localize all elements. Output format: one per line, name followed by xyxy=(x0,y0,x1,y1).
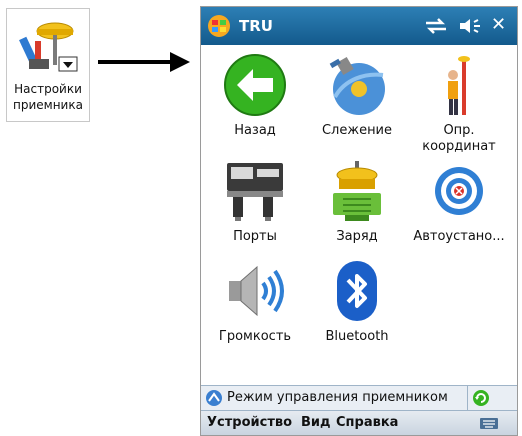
tracking-item[interactable]: Слежение xyxy=(307,53,407,139)
volume-icon[interactable] xyxy=(457,16,483,36)
title-bar: TRU ✕ xyxy=(201,7,517,45)
receiver-settings-icon xyxy=(19,22,78,72)
connectivity-icon[interactable] xyxy=(423,16,449,36)
satellite-dish-icon xyxy=(329,56,385,115)
app-title: TRU xyxy=(239,17,273,35)
status-text: Режим управления приемником xyxy=(227,390,448,405)
bluetooth-item[interactable]: Bluetooth xyxy=(307,259,407,345)
speaker-icon xyxy=(229,265,284,317)
volume-item[interactable]: Громкость xyxy=(205,259,305,345)
receiver-settings-label: Настройки приемника xyxy=(13,82,83,112)
tracking-label: Слежение xyxy=(321,123,393,138)
surveyor-pole-icon xyxy=(448,56,470,115)
menu-bar: Устройство Вид Справка xyxy=(201,411,517,435)
ports-label: Порты xyxy=(233,229,277,244)
target-icon xyxy=(435,167,483,215)
settings-grid: Назад Слежение Опр. координат Порты Заря… xyxy=(201,45,517,385)
menu-view[interactable]: Вид xyxy=(301,415,331,430)
back-item[interactable]: Назад xyxy=(205,53,305,139)
charge-item[interactable]: Заряд xyxy=(307,159,407,245)
bluetooth-label: Bluetooth xyxy=(325,329,389,344)
ports-item[interactable]: Порты xyxy=(205,159,305,245)
coordinates-item[interactable]: Опр. координат xyxy=(409,53,509,155)
charge-icon xyxy=(333,161,381,221)
back-arrow-icon xyxy=(224,54,286,116)
charge-label: Заряд xyxy=(336,229,378,244)
keyboard-icon[interactable] xyxy=(479,415,499,431)
device-screen: TRU ✕ Назад Слежение Опр. координат Порт… xyxy=(200,6,518,436)
volume-label: Громкость xyxy=(218,329,292,344)
bluetooth-icon xyxy=(337,261,377,321)
windows-start-icon[interactable] xyxy=(207,14,231,38)
autosetup-label: Автоустано... xyxy=(413,229,505,244)
status-bar: Режим управления приемником xyxy=(201,385,517,411)
pointer-arrow-icon xyxy=(98,52,190,72)
refresh-icon[interactable] xyxy=(472,389,490,407)
menu-device[interactable]: Устройство xyxy=(207,415,292,430)
receiver-mode-icon xyxy=(206,390,222,406)
back-label: Назад xyxy=(234,123,276,138)
menu-help[interactable]: Справка xyxy=(336,415,398,430)
receiver-settings-shortcut[interactable]: Настройки приемника xyxy=(6,8,90,122)
close-icon[interactable]: ✕ xyxy=(491,14,506,35)
ports-icon xyxy=(227,163,283,221)
autosetup-item[interactable]: Автоустано... xyxy=(409,159,509,245)
status-divider xyxy=(467,386,468,410)
coordinates-label: Опр. координат xyxy=(422,123,496,154)
